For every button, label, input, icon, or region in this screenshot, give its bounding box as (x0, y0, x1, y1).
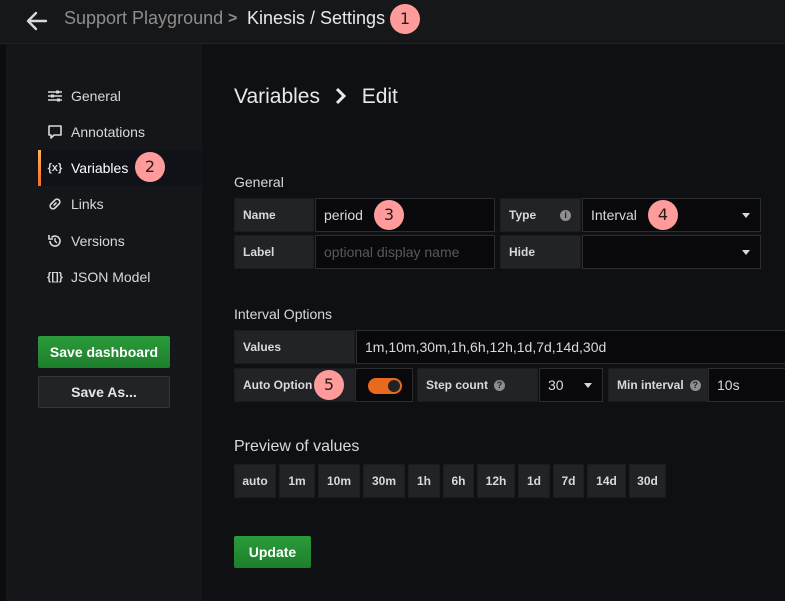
step-count-label-text: Step count (426, 378, 488, 392)
comment-icon (46, 123, 64, 141)
page-title-action: Edit (361, 85, 398, 108)
callout-badge-1: 1 (390, 4, 420, 34)
caret-down-icon (584, 383, 592, 388)
callout-badge-3: 3 (374, 200, 404, 230)
preview-value-chip: 14d (587, 464, 626, 498)
top-navbar: Support Playground > Kinesis / Settings … (0, 0, 785, 44)
sidebar-item-json-model[interactable]: {[]} JSON Model (38, 259, 202, 295)
json-icon: {[]} (47, 271, 63, 283)
variable-icon: {x} (47, 162, 63, 174)
name-input-value: period (324, 207, 363, 223)
min-interval-label: Min interval ? (608, 368, 708, 402)
chevron-right-icon (335, 87, 346, 105)
main-content (202, 45, 785, 601)
sidebar-item-label: Links (71, 196, 104, 212)
preview-value-chip: auto (234, 464, 276, 498)
min-interval-input[interactable]: 10s (708, 368, 785, 402)
caret-down-icon (742, 213, 750, 218)
callout-badge-2: 2 (135, 152, 165, 182)
page-title: Variables Edit (234, 85, 398, 109)
history-icon (46, 232, 64, 250)
values-input-value: 1m,10m,30m,1h,6h,12h,1d,7d,14d,30d (365, 339, 607, 355)
preview-value-chip: 1m (279, 464, 315, 498)
general-section-heading: General (234, 174, 284, 190)
callout-badge-4: 4 (648, 200, 678, 230)
sidebar-item-variables[interactable]: {x} Variables (38, 150, 202, 186)
sidebar-item-general[interactable]: General (38, 78, 202, 114)
sliders-icon (46, 87, 64, 105)
preview-value-chip: 7d (553, 464, 584, 498)
label-input[interactable]: optional display name (315, 235, 495, 269)
values-label: Values (234, 330, 355, 364)
sidebar-item-annotations[interactable]: Annotations (38, 114, 202, 150)
min-interval-label-text: Min interval (617, 378, 684, 392)
hide-label: Hide (500, 235, 581, 269)
sidebar-item-versions[interactable]: Versions (38, 223, 202, 259)
sidebar-item-label: Variables (71, 160, 129, 176)
update-button[interactable]: Update (234, 536, 311, 568)
page-title-section: Variables (234, 85, 320, 108)
help-icon[interactable]: ? (689, 379, 701, 391)
help-icon[interactable]: ? (494, 379, 505, 391)
page-title-breadcrumb: Kinesis / Settings (247, 8, 386, 28)
auto-option-toggle[interactable] (355, 368, 413, 402)
sidebar-item-links[interactable]: Links (38, 186, 202, 222)
breadcrumb-separator: > (228, 10, 238, 27)
toggle-knob (388, 380, 400, 392)
sidebar-item-label: General (71, 88, 121, 104)
sidebar-item-label: Versions (71, 233, 125, 249)
arrow-left-icon[interactable] (24, 8, 50, 34)
sidebar-item-label: JSON Model (71, 269, 151, 285)
interval-options-heading: Interval Options (234, 306, 333, 322)
breadcrumb-dashboard-link[interactable]: Support Playground (64, 8, 223, 29)
preview-value-chip: 1h (408, 464, 440, 498)
preview-value-chip: 6h (443, 464, 474, 498)
type-label: Type i (500, 198, 581, 232)
type-select-value: Interval (591, 207, 637, 223)
info-icon[interactable]: i (560, 209, 572, 221)
preview-heading: Preview of values (234, 438, 360, 455)
type-label-text: Type (509, 208, 537, 222)
preview-value-chip: 10m (318, 464, 360, 498)
name-input[interactable]: period (315, 198, 495, 232)
link-icon (46, 195, 64, 213)
sidebar-item-label: Annotations (71, 124, 145, 140)
step-count-value: 30 (548, 377, 564, 393)
preview-value-chip: 30d (629, 464, 666, 498)
save-dashboard-button[interactable]: Save dashboard (38, 336, 170, 368)
preview-value-chip: 12h (477, 464, 515, 498)
label-label: Label (234, 235, 314, 269)
toggle-switch (368, 378, 402, 394)
preview-value-chip: 1d (518, 464, 550, 498)
name-label: Name (234, 198, 314, 232)
label-input-placeholder: optional display name (324, 244, 460, 260)
callout-badge-5: 5 (314, 370, 344, 400)
preview-value-chip: 30m (363, 464, 405, 498)
hide-select[interactable] (582, 235, 761, 269)
min-interval-value: 10s (717, 377, 740, 393)
step-count-label: Step count ? (417, 368, 538, 402)
save-as-button[interactable]: Save As... (38, 376, 170, 408)
values-input[interactable]: 1m,10m,30m,1h,6h,12h,1d,7d,14d,30d (356, 330, 785, 364)
step-count-select[interactable]: 30 (539, 368, 603, 402)
caret-down-icon (742, 250, 750, 255)
